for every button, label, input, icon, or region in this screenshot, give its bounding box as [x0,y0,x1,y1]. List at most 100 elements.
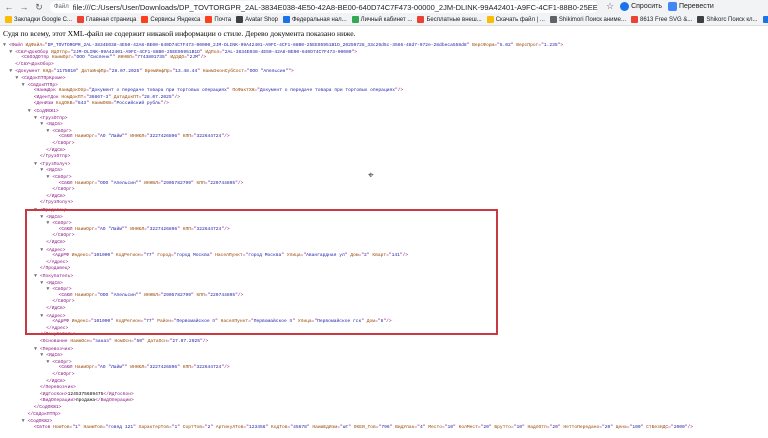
attr-name: КПП [182,134,191,140]
bookmark-favicon-icon [141,16,149,23]
tag-markup: <СвЮЛ [58,180,76,186]
bookmark-favicon-icon [5,16,12,23]
attr-value: 322644724 [196,365,222,371]
url-text[interactable]: file:///C:/Users/User/Downloads/DP_TOVTO… [73,3,598,12]
xml-line: <СвЮЛ НаимОрг="ООО "Апельсин"" ИННЮЛ="29… [53,180,244,188]
tag-markup: <СвЮЛ [58,134,76,140]
bookmark-favicon-icon [283,16,290,23]
bookmark-item[interactable]: Личный кабинет ... [351,16,412,23]
bookmark-item[interactable]: CDR в SVG | Zamzar [762,16,768,23]
bookmark-favicon-icon [762,16,768,23]
tag-markup: </СвОрг> [52,233,75,239]
tag-markup: <СвЮЛ [58,292,76,298]
bookmark-item[interactable]: Сервисы Яндекса [141,16,200,23]
xml-line: <СвЮЛ НаимОрг="АО "Лайм"" ИННЮЛ="3227426… [53,133,230,141]
attr-value: 2905782799 [163,292,191,298]
tag-markup: </СвОрг> [52,299,75,305]
attr-name: ВремИнфПр [144,69,170,75]
xml-line: <АдрРФ Индекс="101000" КодРегион="77" Ра… [46,318,391,326]
attr-name: СтБезНДС [646,424,669,430]
tag-markup: </СвОрг> [52,372,75,377]
xml-style-notice: Судя по всему, этот XML-файл не содержит… [3,29,356,38]
attr-name: КПП [196,180,205,186]
back-icon[interactable]: ← [3,1,15,13]
attr-value: 643 [77,101,87,107]
attr-name: НаимЭконСубСост [202,69,245,75]
bookmark-favicon-icon [236,16,244,23]
attr-value: 100 [632,424,641,430]
attr-value: 7743801735 [137,55,165,61]
attr-name: ИННЮЛ [130,134,145,140]
attr-value: 13.48.44 [175,69,198,75]
attr-name: НаимОрг [51,55,72,61]
attr-value: 36867-3 [88,94,109,100]
attr-name: КодТов [271,424,288,430]
bookmark-item[interactable]: Закладки Google C... [5,16,72,23]
tag-markup: "> [351,49,358,55]
forward-icon[interactable]: → [18,1,30,13]
bookmark-item[interactable]: Shikimori Поиск аниме... [549,16,626,23]
attr-value: 123456 [248,424,266,430]
attr-name: НаимОрг [75,292,95,298]
tag-markup: <АдрРФ [52,319,72,325]
tag-markup: </СвУчДокОбор> [15,61,54,67]
attr-name: Индекс [71,319,89,325]
tag-markup: </ИдСв> [46,193,66,199]
tag-markup: </ИдСв> [46,240,66,245]
tag-markup: "> [557,43,564,48]
attr-value: Первомайское гск [317,319,362,325]
text-node: 1245375689475 [67,391,104,397]
mouse-cursor-icon: ⌖ [368,170,374,181]
tag-markup: "/> [394,88,404,94]
attr-name: Улица [297,319,312,325]
attr-value: АО "Лайм" [99,134,125,140]
tag-markup: </ВидОперации> [95,398,134,404]
tag-markup: <ИдГосКон> [40,391,68,397]
tag-markup: "> [288,69,294,75]
attr-value: Документ о передаче товара при торговых … [91,88,227,94]
bookmark-item[interactable]: Почта [205,16,231,23]
attr-name: НеттоПередано [563,424,600,430]
address-bar-row: ← → ↻ Файл file:///C:/Users/User/Downloa… [0,0,768,14]
bookmark-item[interactable]: Бесплатные внеш... [417,16,482,23]
attr-value: 28.07.2025 [144,94,172,100]
attr-name: НаимОКВ [91,101,112,107]
bookmark-item[interactable]: Скачать файл | ... [486,16,545,23]
xml-line: <СвЮЛ НаимОрг="АО "Лайм"" ИННЮЛ="3227426… [53,226,230,234]
tag-markup: </СодФХЖ1> [33,405,62,410]
attr-value: 141 [391,253,400,259]
attr-name: ИдЭДО [170,55,185,61]
attr-value: 2JM [189,55,198,61]
tag-markup: </Адрес> [46,325,69,331]
bookmark-item[interactable]: Avatar Shop [236,16,278,23]
attr-name: ОКЕИ_Тов [353,424,376,430]
url-bar[interactable]: Файл file:///C:/Users/User/Downloads/DP_… [50,1,598,13]
attr-name: КолМест [458,424,478,430]
attr-value: 101000 [93,253,111,259]
attr-value: 322644724 [196,226,222,232]
attr-name: Город [157,253,171,259]
attr-value: 3227426896 [149,365,178,371]
reload-icon[interactable]: ↻ [33,1,45,13]
xml-line: <СвЮЛ НаимОрг="ООО "Апельсин"" ИННЮЛ="29… [53,292,244,300]
attr-name: НомДокПТ [61,94,84,100]
bookmark-item[interactable]: 8613 Free SVG &... [631,16,692,23]
bookmark-item[interactable]: Shikorc Поиск кл... [697,16,758,23]
ask-button[interactable]: Спросить [620,2,662,11]
attr-value: 322644724 [196,134,222,140]
attr-name: НаимТов [83,424,103,430]
bookmark-item[interactable]: Главная страница [76,16,136,23]
attr-name: Кварт [372,253,387,259]
attr-name: Цена [615,424,627,430]
attr-name: ИННЮЛ [144,180,158,186]
tag-markup: </Покупатель> [40,332,76,338]
bookmark-label: Почта [214,16,232,23]
attr-value: 45678 [293,424,307,430]
file-scheme-label: Файл [54,4,69,10]
attr-value: говяд 121 [108,424,134,430]
bookmark-label: Федеральная нал... [292,16,347,23]
attr-value: 2AL-3834E038-4E50-42A8-BE00-640D74C7F473… [224,49,352,55]
translate-button[interactable]: Перевести [667,2,714,11]
bookmark-item[interactable]: Федеральная нал... [283,16,347,23]
bookmark-star-icon[interactable]: ☆ [606,1,614,12]
